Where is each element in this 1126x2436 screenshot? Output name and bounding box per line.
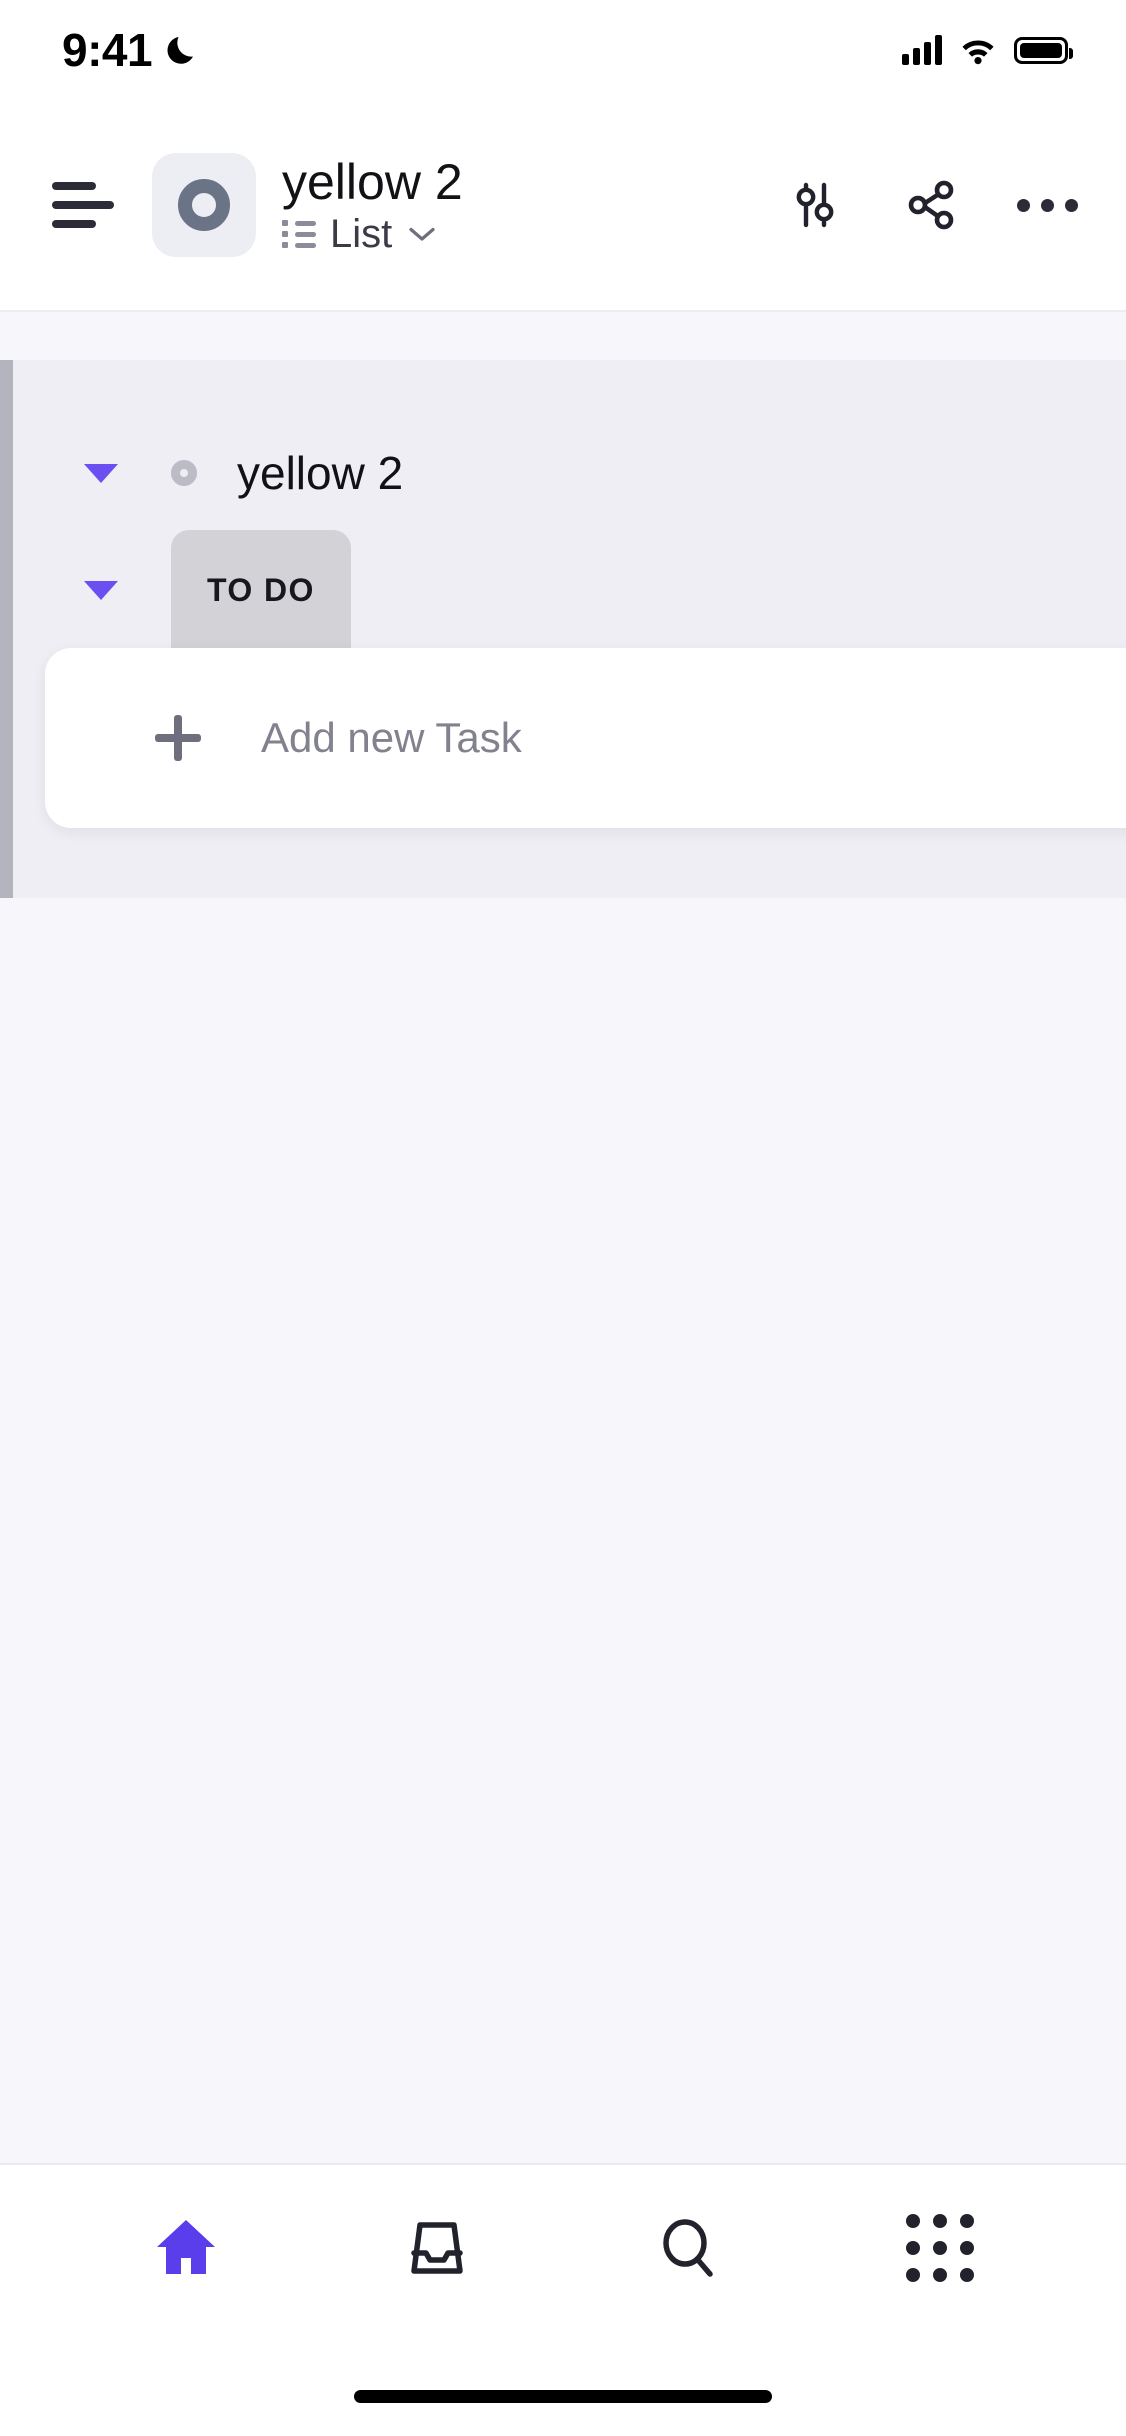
search-magnifier-icon: [663, 2218, 713, 2277]
nav-item-inbox[interactable]: [312, 2165, 564, 2330]
caret-down-icon[interactable]: [84, 580, 118, 600]
inbox-tray-icon: [411, 2221, 463, 2274]
status-bar-right: [902, 35, 1073, 65]
caret-down-icon[interactable]: [84, 463, 118, 483]
home-indicator-bar: [354, 2390, 772, 2403]
add-new-task-row[interactable]: Add new Task: [45, 648, 1126, 828]
home-icon: [156, 2219, 215, 2274]
nav-item-search[interactable]: [563, 2165, 815, 2330]
add-new-task-label: Add new Task: [261, 714, 522, 761]
share-nodes-icon[interactable]: [900, 174, 962, 236]
app-header: yellow 2 List: [0, 100, 1126, 312]
page-title: yellow 2: [282, 154, 463, 210]
plus-icon: [155, 715, 201, 761]
status-badge[interactable]: TO DO: [171, 530, 351, 650]
grid-dots-icon: [906, 2213, 975, 2282]
sliders-filter-icon[interactable]: [784, 174, 846, 236]
more-horizontal-icon[interactable]: [1016, 174, 1078, 236]
nav-item-apps[interactable]: [815, 2165, 1067, 2330]
list-view-icon: [282, 220, 316, 248]
header-actions: [784, 174, 1078, 236]
status-bar: 9:41: [0, 0, 1126, 100]
chevron-down-icon: [409, 227, 435, 241]
app-screen: 9:41 yellow 2 List yellow 2 TO DO Add ne…: [0, 0, 1126, 2436]
status-group-header[interactable]: TO DO: [0, 530, 1126, 650]
list-group-label: yellow 2: [237, 447, 404, 499]
cellular-signal-icon: [902, 35, 942, 65]
hamburger-menu-icon[interactable]: [52, 174, 114, 236]
ring-circle-icon: [171, 460, 197, 486]
crescent-moon-icon: [166, 32, 202, 68]
avatar[interactable]: [152, 153, 256, 257]
list-group-header[interactable]: yellow 2: [0, 418, 1126, 528]
view-label: List: [330, 212, 393, 256]
list-panel: yellow 2 TO DO Add new Task: [0, 360, 1126, 898]
battery-full-icon: [1014, 36, 1073, 64]
ring-circle-icon: [178, 179, 230, 231]
nav-item-home[interactable]: [60, 2165, 312, 2330]
list-section: yellow 2 TO DO Add new Task: [0, 312, 1126, 898]
header-titles: yellow 2 List: [282, 156, 760, 254]
status-bar-clock: 9:41: [62, 24, 153, 76]
bottom-navigation: [0, 2163, 1126, 2436]
bottom-nav-items: [0, 2165, 1126, 2330]
view-selector[interactable]: List: [282, 214, 760, 254]
status-bar-left: 9:41: [62, 27, 202, 73]
wifi-icon: [959, 35, 997, 65]
content-canvas: [0, 898, 1126, 2434]
